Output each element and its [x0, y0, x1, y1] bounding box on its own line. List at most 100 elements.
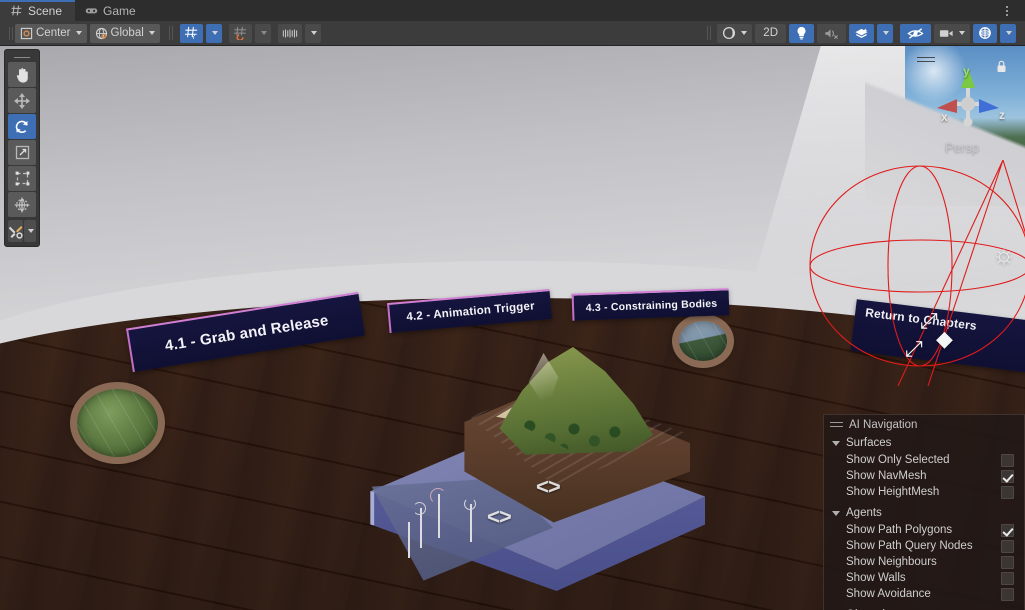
row-label: Show Path Polygons — [846, 524, 953, 536]
sidebar-item-custom-tools[interactable] — [8, 220, 23, 242]
kebab-menu-icon[interactable] — [997, 0, 1017, 21]
camera-settings-button[interactable] — [934, 23, 970, 43]
sign-label: 4.2 - Animation Trigger — [405, 300, 536, 324]
toolbar-separator — [704, 26, 713, 41]
scene-tools-palette[interactable] — [4, 49, 40, 247]
sidebar-item-rect-tool[interactable] — [8, 166, 36, 191]
tab-scene[interactable]: Scene — [0, 0, 76, 21]
grid-snap-toggle-button[interactable] — [228, 23, 252, 43]
increment-snap-dropdown[interactable] — [304, 23, 321, 43]
tab-game-label: Game — [103, 3, 136, 18]
row-show-neighbours[interactable]: Show Neighbours — [824, 554, 1024, 570]
shaded-sphere-icon — [723, 26, 736, 40]
group-header-obstacles[interactable]: Obstacles — [824, 606, 1024, 610]
ai-navigation-overlay[interactable]: AI Navigation Surfaces Show Only Selecte… — [823, 414, 1025, 610]
handle-space-button[interactable]: Global — [89, 23, 160, 43]
scene-view-orientation-gizmo[interactable]: y x z Persp — [911, 48, 1023, 166]
shading-mode-button[interactable] — [717, 23, 753, 43]
sidebar-item-transform-tool[interactable] — [8, 192, 36, 217]
row-show-path-polygons[interactable]: Show Path Polygons — [824, 522, 1024, 538]
sidebar-item-rotate-tool[interactable] — [8, 114, 36, 139]
custom-tools-dropdown[interactable] — [24, 220, 36, 242]
row-show-heightmesh[interactable]: Show HeightMesh — [824, 484, 1024, 500]
sign-label: 4.3 - Constraining Bodies — [585, 297, 718, 314]
transform-handle-icon[interactable]: ◆ — [936, 326, 953, 352]
chevron-down-icon — [883, 31, 889, 35]
group-header-surfaces[interactable]: Surfaces — [824, 434, 1024, 452]
row-show-walls[interactable]: Show Walls — [824, 570, 1024, 586]
gizmos-dropdown[interactable] — [1000, 23, 1016, 43]
row-label: Show Only Selected — [846, 454, 950, 466]
row-label: Show Avoidance — [846, 588, 931, 600]
gamepad-icon — [85, 8, 98, 14]
axis-label-z: z — [999, 108, 1005, 122]
grab-handle-glyph[interactable]: <> — [536, 474, 561, 500]
svg-text:Y: Y — [191, 34, 196, 40]
scene-sign-constraining-bodies: 4.3 - Constraining Bodies — [571, 288, 730, 321]
scene-viewport[interactable]: <> <> 4.1 - Grab and Release 4.2 - Anima… — [0, 46, 1025, 610]
pivot-center-icon — [20, 27, 33, 39]
checkbox-show-path-query-nodes[interactable] — [1001, 539, 1014, 553]
transform-handle-icon[interactable]: ⤢ — [905, 336, 923, 362]
view-2d-label: 2D — [763, 27, 778, 39]
increment-snap-button[interactable] — [277, 23, 302, 43]
chevron-down-icon — [28, 229, 34, 233]
row-show-path-query-nodes[interactable]: Show Path Query Nodes — [824, 538, 1024, 554]
hidden-objects-toggle[interactable] — [900, 23, 931, 43]
transform-globe-icon — [14, 197, 30, 212]
row-label: Show HeightMesh — [846, 486, 940, 498]
pivot-mode-label: Center — [36, 27, 71, 39]
checkbox-show-path-polygons[interactable] — [1001, 523, 1014, 537]
row-label: Show Walls — [846, 572, 906, 584]
scale-icon — [15, 145, 29, 160]
tab-game[interactable]: Game — [75, 0, 149, 21]
drag-handle-icon[interactable] — [830, 420, 843, 430]
ruler-increment-icon — [282, 29, 297, 37]
row-label: Show NavMesh — [846, 470, 927, 482]
overlay-header[interactable]: AI Navigation — [824, 415, 1024, 434]
light-source-gizmo-icon: ☼ — [992, 239, 1016, 269]
palette-drag-handle[interactable] — [8, 53, 36, 62]
unity-scene-window: Scene Game Center Global Y 2D <> <> 4.1 … — [0, 0, 1025, 610]
group-label: Agents — [846, 507, 882, 519]
chevron-down-icon — [959, 31, 965, 35]
pivot-mode-button[interactable]: Center — [15, 23, 87, 43]
grid-snapping-dropdown[interactable] — [205, 23, 222, 43]
toolbar-right-group: 2D — [700, 23, 1019, 43]
sidebar-item-hand-tool[interactable] — [8, 62, 36, 87]
checkbox-show-only-selected[interactable] — [1001, 453, 1014, 467]
chevron-down-icon — [211, 31, 218, 35]
hand-icon — [16, 67, 28, 83]
checkbox-show-navmesh[interactable] — [1001, 469, 1014, 483]
scene-lighting-toggle[interactable] — [789, 23, 814, 43]
gizmos-toggle-button[interactable] — [973, 23, 997, 43]
row-show-avoidance[interactable]: Show Avoidance — [824, 586, 1024, 602]
fx-effects-dropdown[interactable] — [877, 23, 893, 43]
view-2d-toggle[interactable]: 2D — [755, 23, 786, 43]
row-show-only-selected[interactable]: Show Only Selected — [824, 452, 1024, 468]
transform-handle-icon[interactable]: ⤢ — [920, 308, 938, 334]
chevron-down-icon — [832, 510, 840, 516]
chevron-down-icon — [310, 31, 317, 35]
grid-snap-dropdown[interactable] — [254, 23, 271, 43]
checkbox-show-neighbours[interactable] — [1001, 555, 1014, 569]
row-show-navmesh[interactable]: Show NavMesh — [824, 468, 1024, 484]
grab-handle-glyph[interactable]: <> — [487, 504, 512, 530]
group-header-agents[interactable]: Agents — [824, 504, 1024, 522]
checkbox-show-walls[interactable] — [1001, 571, 1014, 585]
fx-effects-button[interactable] — [849, 23, 874, 43]
checkbox-show-heightmesh[interactable] — [1001, 485, 1014, 499]
sidebar-item-move-tool[interactable] — [8, 88, 36, 113]
move-arrows-icon — [14, 92, 30, 109]
rect-transform-icon — [15, 171, 29, 186]
checkbox-show-avoidance[interactable] — [1001, 587, 1014, 601]
axis-label-y: y — [963, 64, 970, 78]
sidebar-item-scale-tool[interactable] — [8, 140, 36, 165]
grid-snapping-button[interactable]: Y — [179, 23, 203, 43]
turbine-rotor — [430, 488, 446, 504]
grid-snap-icon — [233, 26, 246, 40]
wind-turbine — [408, 522, 410, 558]
tab-scene-label: Scene — [28, 3, 63, 18]
camera-projection-label[interactable]: Persp — [945, 140, 979, 155]
audio-mute-toggle[interactable] — [817, 23, 846, 43]
